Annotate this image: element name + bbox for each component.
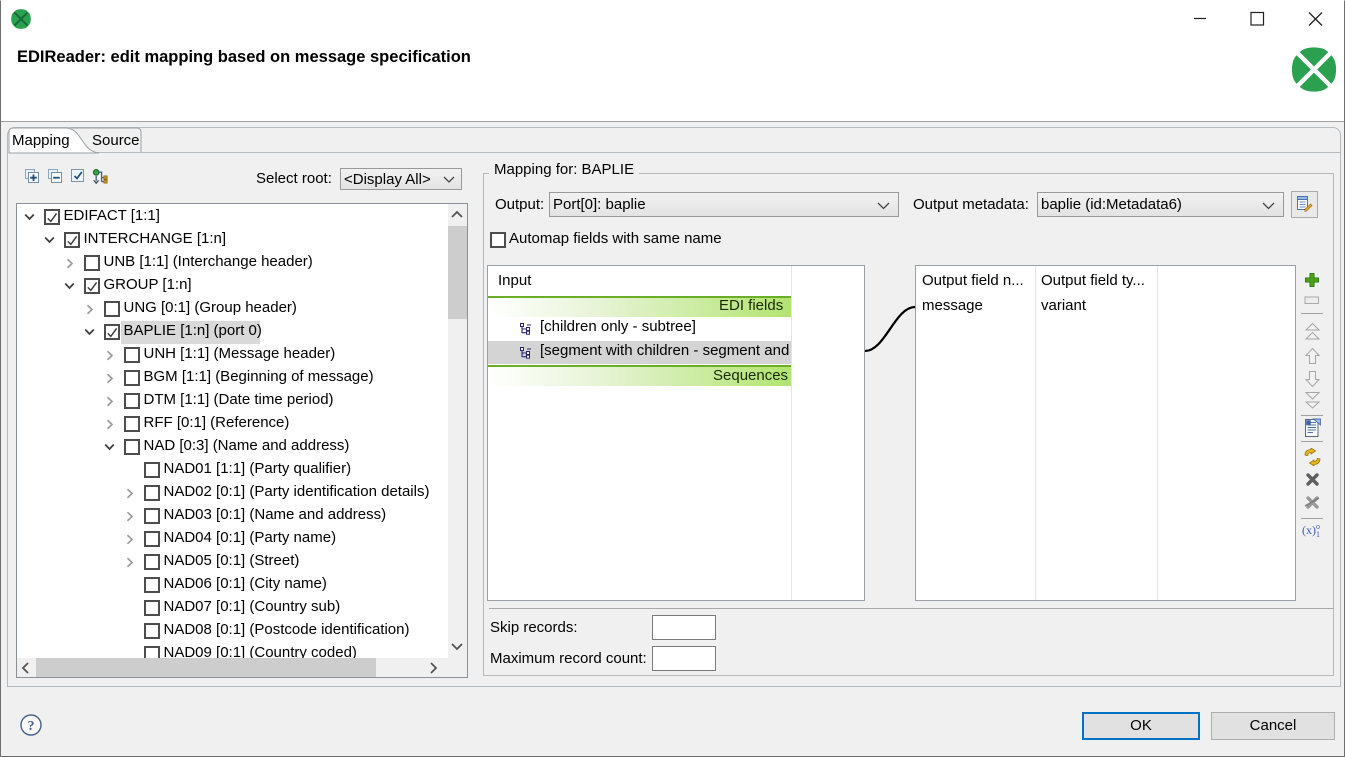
svg-text:?: ? [28,719,35,734]
